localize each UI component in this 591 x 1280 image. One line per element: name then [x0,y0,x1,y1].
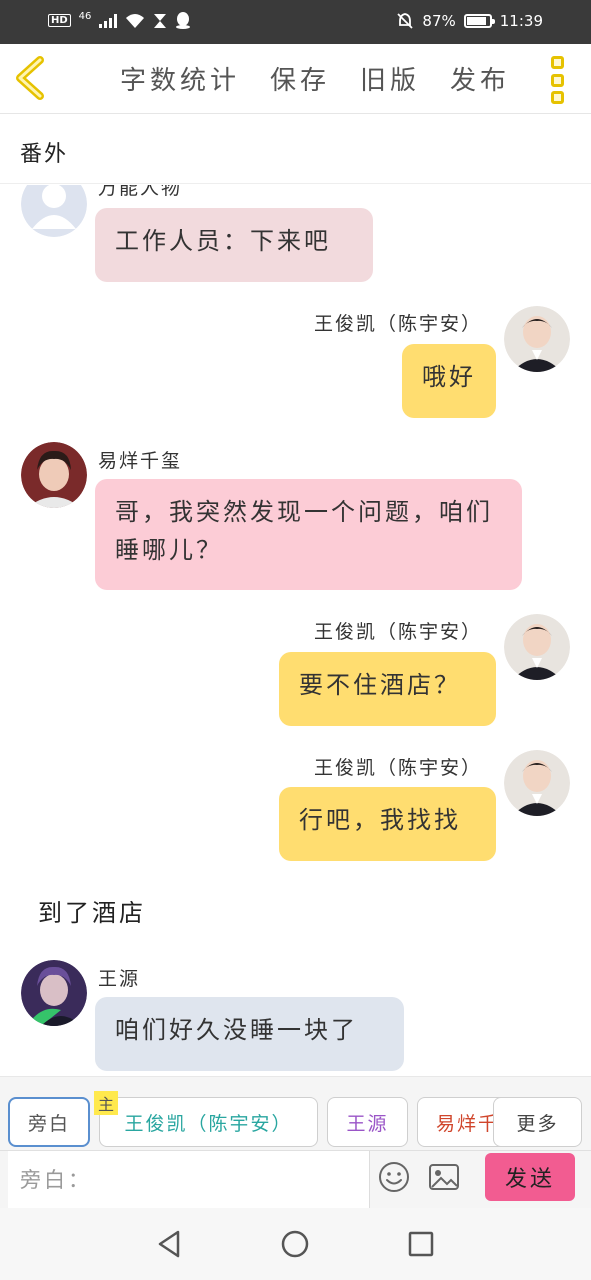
message-bubble[interactable]: 哥，我突然发现一个问题，咱们睡哪儿？ [95,479,522,590]
emoji-icon[interactable] [378,1161,410,1193]
main-character-tag: 主 [94,1091,118,1115]
send-button[interactable]: 发送 [485,1153,575,1201]
narration-text[interactable]: 到了酒店 [38,893,146,928]
back-arrow-icon[interactable] [12,56,52,100]
chapter-title: 番外 [20,142,69,167]
battery-icon [463,14,495,28]
sender-name: 王俊凯（陈宇安） [313,757,482,779]
mute-bell-icon [397,13,414,29]
avatar-wang-junkai[interactable] [504,614,570,680]
sender-name: 易烊千玺 [98,450,183,472]
message-input[interactable] [8,1151,369,1209]
message-bubble[interactable]: 工作人员：下来吧 [95,208,373,282]
avatar-wang-yuan[interactable] [21,960,87,1026]
message-input-row: 发送 [0,1150,591,1209]
message-bubble[interactable]: 咱们好久没睡一块了 [95,997,404,1071]
hd-badge: HD [48,14,71,27]
chapter-title-row[interactable]: 番外 [0,114,591,184]
word-count-button[interactable]: 字数统计 [120,60,240,97]
message-bubble[interactable]: 行吧，我找找 [279,787,496,861]
avatar-yi-yangqianxi[interactable] [21,442,87,508]
more-menu-icon[interactable] [551,56,567,104]
chat-area[interactable]: 万能人物 工作人员：下来吧 王俊凯（陈宇安） 哦好 易烊千玺 哥，我突然发现一个… [0,185,591,1076]
message-bubble[interactable]: 要不住酒店？ [279,652,496,726]
message-input-box [8,1151,370,1209]
home-circle-icon[interactable] [281,1230,309,1258]
signal-icon [99,13,118,28]
image-icon[interactable] [428,1163,460,1191]
clock: 11:39 [499,12,543,30]
avatar-default[interactable] [21,185,87,237]
header-menu: 字数统计 保存 旧版 发布 [120,60,510,97]
avatar-wang-junkai[interactable] [504,306,570,372]
system-navigation-bar [0,1208,591,1280]
battery-percent: 87% [422,12,456,30]
network-type: 46 [78,11,92,22]
avatar-wang-junkai[interactable] [504,750,570,816]
message-bubble[interactable]: 哦好 [402,344,496,418]
hourglass-icon [154,13,167,28]
save-button[interactable]: 保存 [270,60,330,97]
more-characters-button[interactable]: 更多 [493,1097,582,1147]
character-chip-narrator[interactable]: 旁白 [8,1097,90,1147]
character-selector: 旁白 王俊凯（陈宇安） 主 王源 易烊千玺 更多 [0,1076,591,1150]
character-chip-main[interactable]: 王俊凯（陈宇安） [99,1097,318,1147]
old-version-button[interactable]: 旧版 [360,60,420,97]
sender-name: 王源 [98,968,141,990]
sender-name: 王俊凯（陈宇安） [313,621,482,643]
sender-name: 王俊凯（陈宇安） [313,313,482,335]
status-bar: HD 46 87% 11:39 [0,0,591,44]
editor-header: 字数统计 保存 旧版 发布 [0,44,591,114]
character-chip-wang-yuan[interactable]: 王源 [327,1097,408,1147]
qq-icon [176,12,191,29]
back-triangle-icon[interactable] [156,1230,182,1258]
publish-button[interactable]: 发布 [450,60,510,97]
wifi-icon [126,13,145,28]
recents-square-icon[interactable] [408,1230,434,1258]
sender-name: 万能人物 [98,185,183,199]
